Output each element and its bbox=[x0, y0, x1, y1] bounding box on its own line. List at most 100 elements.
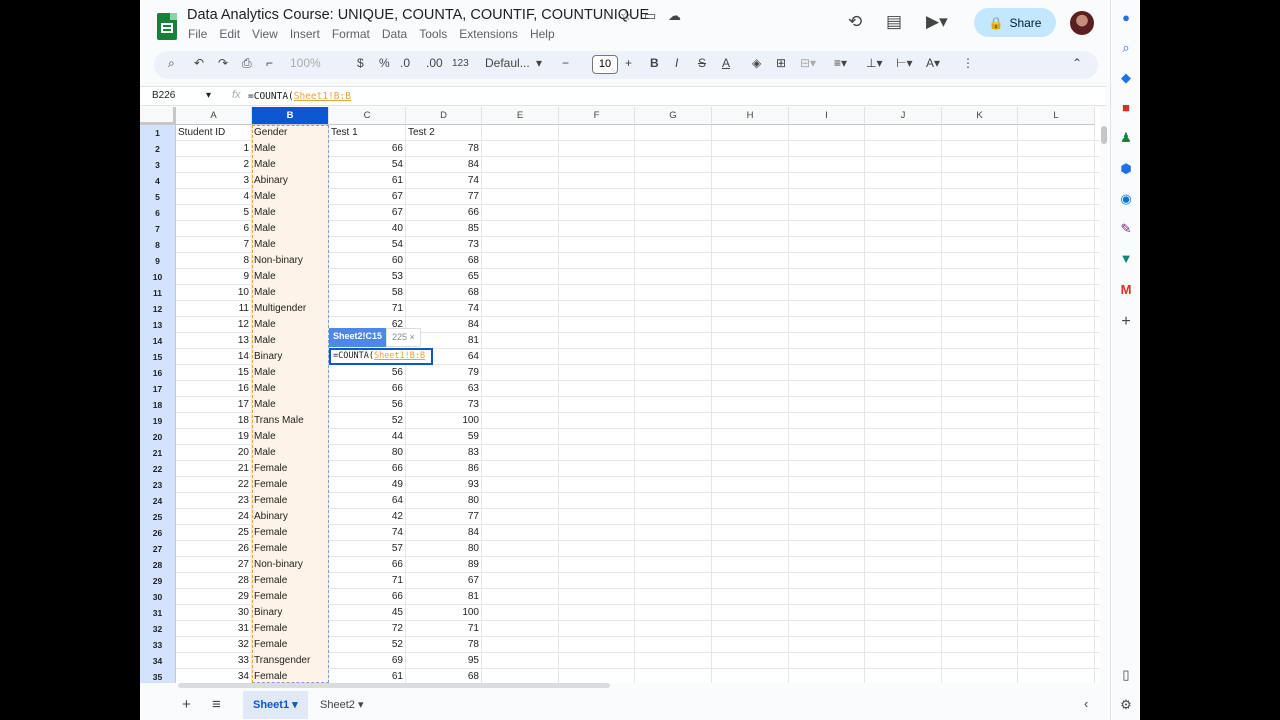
row-header[interactable]: 3 bbox=[140, 157, 176, 173]
print-icon[interactable]: ⎙ bbox=[242, 56, 252, 71]
cell-c17[interactable]: 66 bbox=[329, 381, 406, 397]
vertical-align-icon[interactable]: ⊥▾ bbox=[866, 56, 882, 70]
cell-g24[interactable] bbox=[635, 493, 712, 509]
cell-k21[interactable] bbox=[942, 445, 1018, 461]
cell-i21[interactable] bbox=[789, 445, 865, 461]
cell-j19[interactable] bbox=[865, 413, 942, 429]
cell-k16[interactable] bbox=[942, 365, 1018, 381]
font-size-input[interactable]: 10 bbox=[592, 55, 618, 74]
cell-k26[interactable] bbox=[942, 525, 1018, 541]
avatar[interactable] bbox=[1070, 11, 1094, 35]
cell-g18[interactable] bbox=[635, 397, 712, 413]
cell-b21[interactable]: Male bbox=[252, 445, 329, 461]
cell-l35[interactable] bbox=[1018, 669, 1095, 683]
cell-a24[interactable]: 23 bbox=[176, 493, 252, 509]
cell-a2[interactable]: 1 bbox=[176, 141, 252, 157]
cell-i31[interactable] bbox=[789, 605, 865, 621]
cell-b16[interactable]: Male bbox=[252, 365, 329, 381]
cell-l21[interactable] bbox=[1018, 445, 1095, 461]
cell-h17[interactable] bbox=[712, 381, 789, 397]
row-header[interactable]: 4 bbox=[140, 173, 176, 189]
add-sheet-icon[interactable]: + bbox=[182, 696, 191, 713]
row-header[interactable]: 29 bbox=[140, 573, 176, 589]
close-icon[interactable]: × bbox=[410, 332, 415, 342]
cell-c29[interactable]: 71 bbox=[329, 573, 406, 589]
column-header-d[interactable]: D bbox=[406, 107, 482, 125]
cell-a1[interactable]: Student ID bbox=[176, 125, 252, 141]
cell-l6[interactable] bbox=[1018, 205, 1095, 221]
row-header[interactable]: 16 bbox=[140, 365, 176, 381]
star-icon[interactable]: ☆ bbox=[620, 8, 632, 24]
cell-k28[interactable] bbox=[942, 557, 1018, 573]
cell-l29[interactable] bbox=[1018, 573, 1095, 589]
cell-k2[interactable] bbox=[942, 141, 1018, 157]
more-formats-button[interactable]: 123 bbox=[452, 58, 469, 69]
cell-f27[interactable] bbox=[559, 541, 635, 557]
spreadsheet-grid[interactable]: A B C D E F G H I J K L 1 Student ID Gender Test 1 Test … bbox=[140, 107, 1100, 683]
cell-k27[interactable] bbox=[942, 541, 1018, 557]
cell-g14[interactable] bbox=[635, 333, 712, 349]
cell-i33[interactable] bbox=[789, 637, 865, 653]
cell-b31[interactable]: Binary bbox=[252, 605, 329, 621]
bold-button[interactable]: B bbox=[650, 56, 659, 70]
cell-e32[interactable] bbox=[482, 621, 559, 637]
search-icon[interactable]: ⌕ bbox=[1118, 40, 1134, 56]
cell-g19[interactable] bbox=[635, 413, 712, 429]
cell-b2[interactable]: Male bbox=[252, 141, 329, 157]
cell-g10[interactable] bbox=[635, 269, 712, 285]
cell-a32[interactable]: 31 bbox=[176, 621, 252, 637]
cell-l26[interactable] bbox=[1018, 525, 1095, 541]
cell-a7[interactable]: 6 bbox=[176, 221, 252, 237]
cell-j11[interactable] bbox=[865, 285, 942, 301]
cell-d19[interactable]: 100 bbox=[406, 413, 482, 429]
decrease-decimal-button[interactable]: .0 bbox=[400, 56, 410, 70]
row-header[interactable]: 23 bbox=[140, 477, 176, 493]
cell-h6[interactable] bbox=[712, 205, 789, 221]
cell-b7[interactable]: Male bbox=[252, 221, 329, 237]
sheet-tab-1[interactable]: Sheet1 ▾ bbox=[243, 691, 308, 719]
cell-d7[interactable]: 85 bbox=[406, 221, 482, 237]
cell-i6[interactable] bbox=[789, 205, 865, 221]
cell-e4[interactable] bbox=[482, 173, 559, 189]
cell-f5[interactable] bbox=[559, 189, 635, 205]
chevron-down-icon[interactable]: ▾ bbox=[292, 699, 298, 711]
cell-i19[interactable] bbox=[789, 413, 865, 429]
cell-e29[interactable] bbox=[482, 573, 559, 589]
cell-g7[interactable] bbox=[635, 221, 712, 237]
cell-f24[interactable] bbox=[559, 493, 635, 509]
row-header[interactable]: 6 bbox=[140, 205, 176, 221]
cell-b20[interactable]: Male bbox=[252, 429, 329, 445]
cell-i1[interactable] bbox=[789, 125, 865, 141]
row-header[interactable]: 34 bbox=[140, 653, 176, 669]
cell-l27[interactable] bbox=[1018, 541, 1095, 557]
cell-f23[interactable] bbox=[559, 477, 635, 493]
cell-l15[interactable] bbox=[1018, 349, 1095, 365]
cell-a25[interactable]: 24 bbox=[176, 509, 252, 525]
cell-a28[interactable]: 27 bbox=[176, 557, 252, 573]
row-header[interactable]: 32 bbox=[140, 621, 176, 637]
cell-f16[interactable] bbox=[559, 365, 635, 381]
cell-e17[interactable] bbox=[482, 381, 559, 397]
column-header-l[interactable]: L bbox=[1018, 107, 1095, 125]
cell-f14[interactable] bbox=[559, 333, 635, 349]
cell-d3[interactable]: 84 bbox=[406, 157, 482, 173]
collapse-toolbar-icon[interactable]: ⌃ bbox=[1072, 56, 1082, 70]
cell-c11[interactable]: 58 bbox=[329, 285, 406, 301]
cell-h5[interactable] bbox=[712, 189, 789, 205]
cell-j21[interactable] bbox=[865, 445, 942, 461]
cell-b3[interactable]: Male bbox=[252, 157, 329, 173]
cell-j27[interactable] bbox=[865, 541, 942, 557]
cell-e12[interactable] bbox=[482, 301, 559, 317]
cell-b17[interactable]: Male bbox=[252, 381, 329, 397]
row-header[interactable]: 35 bbox=[140, 669, 176, 683]
cell-l32[interactable] bbox=[1018, 621, 1095, 637]
cell-j28[interactable] bbox=[865, 557, 942, 573]
cell-i13[interactable] bbox=[789, 317, 865, 333]
cell-l33[interactable] bbox=[1018, 637, 1095, 653]
cell-j22[interactable] bbox=[865, 461, 942, 477]
cell-e33[interactable] bbox=[482, 637, 559, 653]
column-header-b[interactable]: B bbox=[252, 107, 329, 125]
cell-h19[interactable] bbox=[712, 413, 789, 429]
cell-a8[interactable]: 7 bbox=[176, 237, 252, 253]
cell-b24[interactable]: Female bbox=[252, 493, 329, 509]
